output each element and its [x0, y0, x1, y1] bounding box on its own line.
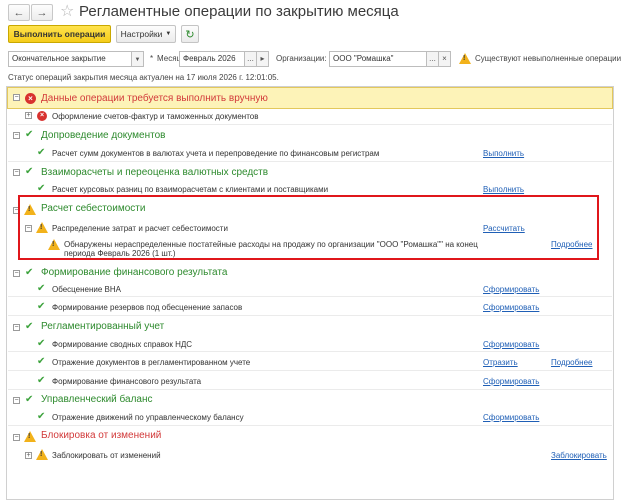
generate-link[interactable]: Сформировать [483, 285, 539, 294]
organization-field[interactable]: ООО "Ромашка" [329, 51, 427, 67]
highlight-frame [18, 195, 599, 260]
group-title-financial-result[interactable]: Формирование финансового результата [41, 267, 227, 278]
refresh-icon: ↻ [185, 28, 195, 41]
unfinished-operations-warning: Существуют невыполненные операции [475, 54, 622, 63]
check-icon: ✔ [25, 129, 34, 140]
arrow-right-icon: → [36, 6, 48, 19]
operation-label[interactable]: Расчет курсовых разниц по взаиморасчетам… [52, 185, 328, 194]
group-title-reposting[interactable]: Допроведение документов [41, 130, 165, 141]
month-field[interactable]: Февраль 2026 [179, 51, 245, 67]
warning-icon [36, 449, 48, 460]
lock-link[interactable]: Заблокировать [551, 451, 607, 460]
closing-mode-select[interactable]: Окончательное закрытие [8, 51, 132, 67]
check-icon: ✔ [37, 301, 46, 312]
month-calendar-button[interactable]: ▸ [257, 51, 269, 67]
status-text: Статус операций закрытия месяца актуален… [8, 73, 279, 82]
generate-link[interactable]: Сформировать [483, 340, 539, 349]
check-icon: ✔ [25, 394, 34, 405]
check-icon: ✔ [37, 338, 46, 349]
error-icon: × [37, 111, 47, 121]
details-link[interactable]: Подробнее [551, 358, 593, 367]
check-icon: ✔ [25, 267, 34, 278]
organization-label: Организации: [276, 54, 327, 63]
operation-label[interactable]: Отражение документов в регламентированно… [52, 358, 250, 367]
operation-label[interactable]: Расчет сумм документов в валютах учета и… [52, 149, 379, 158]
operation-label[interactable]: Заблокировать от изменений [52, 451, 161, 460]
generate-link[interactable]: Сформировать [483, 377, 539, 386]
operation-label[interactable]: Формирование финансового результата [52, 377, 201, 386]
collapse-toggle[interactable]: − [13, 132, 20, 139]
group-title-regulated-accounting[interactable]: Регламентированный учет [41, 321, 164, 332]
chevron-down-icon: ▼ [165, 31, 172, 37]
arrow-left-icon: ← [13, 6, 25, 19]
settings-button[interactable]: Настройки ▼ [116, 25, 176, 43]
operation-label[interactable]: Обесценение ВНА [52, 285, 121, 294]
operation-label[interactable]: Оформление счетов-фактур и таможенных до… [52, 112, 258, 121]
group-title-manual[interactable]: Данные операции требуется выполнить вруч… [41, 93, 268, 104]
collapse-toggle[interactable]: − [13, 94, 20, 101]
check-icon: ✔ [37, 283, 46, 294]
group-title-settlements[interactable]: Взаиморасчеты и переоценка валютных сред… [41, 167, 268, 178]
operation-label[interactable]: Отражение движений по управленческому ба… [52, 413, 244, 422]
collapse-toggle[interactable]: − [13, 169, 20, 176]
generate-link[interactable]: Сформировать [483, 303, 539, 312]
expand-toggle[interactable]: + [25, 452, 32, 459]
warning-icon [459, 53, 471, 64]
divider [8, 351, 612, 352]
warning-icon [24, 431, 36, 442]
error-icon: × [25, 93, 36, 104]
check-icon: ✔ [37, 411, 46, 422]
divider [8, 161, 612, 162]
info-icon: * [150, 54, 154, 63]
divider [8, 315, 612, 316]
check-icon: ✔ [37, 183, 46, 194]
forward-button[interactable]: → [31, 4, 53, 21]
group-title-management-balance[interactable]: Управленческий баланс [41, 394, 153, 405]
divider [8, 389, 612, 390]
check-icon: ✔ [37, 375, 46, 386]
organization-more-button[interactable]: ... [427, 51, 439, 67]
execute-link[interactable]: Выполнить [483, 185, 524, 194]
divider [8, 124, 612, 125]
refresh-button[interactable]: ↻ [181, 25, 199, 43]
reflect-link[interactable]: Отразить [483, 358, 518, 367]
check-icon: ✔ [37, 147, 46, 158]
chevron-down-icon: ▼ [134, 57, 141, 63]
check-icon: ✔ [25, 321, 34, 332]
settings-label: Настройки [120, 29, 163, 39]
collapse-toggle[interactable]: − [13, 324, 20, 331]
divider [8, 296, 612, 297]
back-button[interactable]: ← [8, 4, 30, 21]
collapse-toggle[interactable]: − [13, 270, 20, 277]
operation-label[interactable]: Формирование сводных справок НДС [52, 340, 192, 349]
run-operations-button[interactable]: Выполнить операции [8, 25, 111, 43]
group-title-lock[interactable]: Блокировка от изменений [41, 430, 161, 441]
organization-clear-button[interactable]: × [439, 51, 451, 67]
collapse-toggle[interactable]: − [13, 434, 20, 441]
execute-link[interactable]: Выполнить [483, 149, 524, 158]
divider [8, 370, 612, 371]
closing-mode-dropdown-button[interactable]: ▼ [132, 51, 144, 67]
collapse-toggle[interactable]: − [13, 397, 20, 404]
month-more-button[interactable]: ... [245, 51, 257, 67]
divider [8, 425, 612, 426]
expand-toggle[interactable]: + [25, 112, 32, 119]
page-title: Регламентные операции по закрытию месяца [79, 3, 399, 20]
operation-label[interactable]: Формирование резервов под обесценение за… [52, 303, 242, 312]
generate-link[interactable]: Сформировать [483, 413, 539, 422]
check-icon: ✔ [37, 356, 46, 367]
check-icon: ✔ [25, 166, 34, 177]
star-icon[interactable]: ☆ [60, 1, 74, 21]
